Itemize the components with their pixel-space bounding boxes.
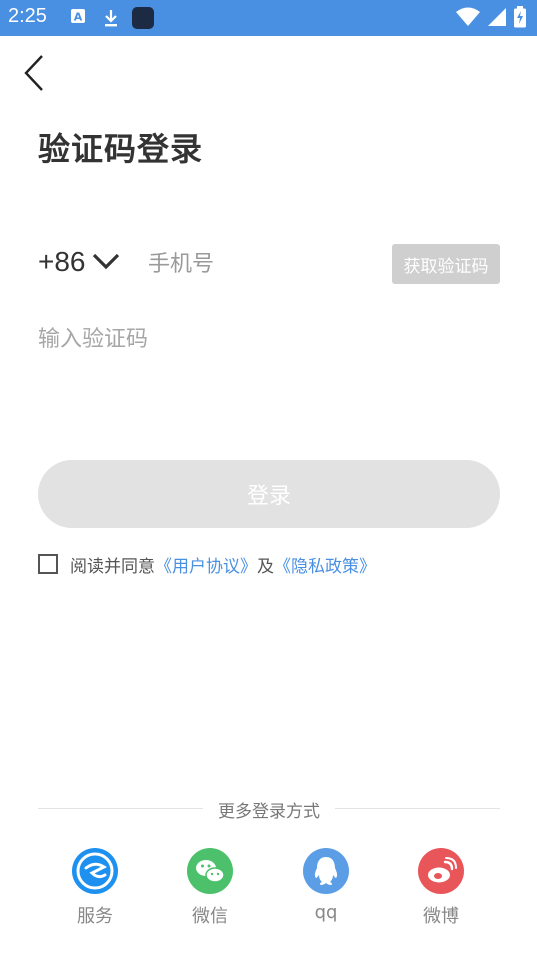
back-arrow-icon	[24, 55, 43, 91]
more-login-divider: 更多登录方式	[38, 797, 500, 822]
divider-line-right	[335, 808, 500, 809]
weibo-icon	[418, 848, 464, 894]
login-method-weibo[interactable]: 微博	[401, 848, 481, 928]
signal-icon	[488, 8, 506, 26]
login-method-label: 服务	[77, 906, 113, 927]
phone-row: +86 获取验证码	[38, 240, 500, 290]
wechat-icon	[187, 848, 233, 894]
agree-checkbox[interactable]	[38, 554, 58, 574]
a-icon: A	[71, 9, 85, 24]
agreement-conjunction: 及	[257, 556, 274, 577]
login-method-wechat[interactable]: 微信	[170, 848, 250, 928]
page-title: 验证码登录	[38, 130, 204, 168]
status-bar: 2:25 A	[0, 0, 537, 36]
back-button[interactable]	[18, 52, 50, 96]
status-time: 2:25	[8, 5, 47, 27]
phone-input[interactable]	[148, 244, 378, 284]
agreement-row: 阅读并同意 《用户协议》 及 《隐私政策》	[38, 552, 376, 577]
wifi-icon	[456, 7, 480, 26]
battery-icon	[514, 6, 526, 28]
login-button[interactable]: 登录	[38, 460, 500, 528]
status-right-icons	[455, 6, 527, 28]
svg-text:A: A	[74, 11, 83, 24]
login-method-service[interactable]: 服务	[55, 848, 135, 928]
agreement-prefix: 阅读并同意	[70, 556, 155, 577]
login-method-qq[interactable]: qq	[286, 848, 366, 923]
login-method-label: 微信	[192, 906, 228, 927]
more-login-title: 更多登录方式	[218, 802, 320, 822]
qq-icon	[303, 848, 349, 894]
get-code-button[interactable]: 获取验证码	[392, 244, 500, 284]
chevron-down-icon[interactable]	[92, 252, 120, 272]
login-method-label: 微博	[423, 906, 459, 927]
download-icon	[105, 10, 117, 27]
service-icon	[72, 848, 118, 894]
user-agreement-link[interactable]: 《用户协议》	[155, 552, 257, 577]
login-method-label: qq	[314, 902, 338, 923]
code-input[interactable]	[38, 318, 500, 360]
country-code[interactable]: +86	[38, 246, 86, 278]
privacy-policy-link[interactable]: 《隐私政策》	[274, 552, 376, 577]
app-icon	[132, 7, 154, 29]
